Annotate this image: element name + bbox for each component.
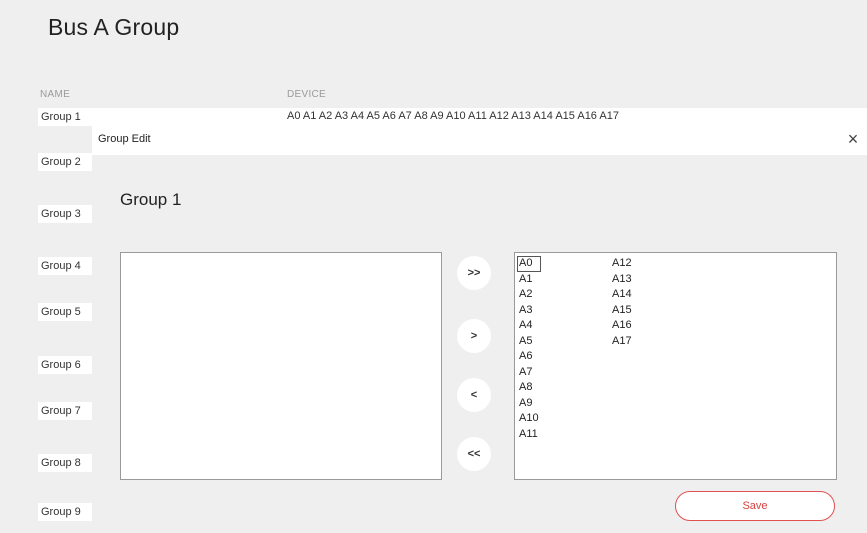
group-row-4-name[interactable]: Group 4 (38, 257, 95, 275)
selected-devices-column-2: A12 A13 A14 A15 A16 A17 (610, 256, 634, 349)
device-list-item[interactable]: A4 (517, 318, 541, 334)
device-list-item[interactable]: A0 (517, 256, 541, 272)
available-devices-list[interactable] (120, 252, 442, 480)
remove-button[interactable]: < (457, 378, 491, 412)
device-list-item[interactable]: A1 (517, 272, 541, 288)
device-list-item[interactable]: A13 (610, 272, 634, 288)
device-list-item[interactable]: A7 (517, 365, 541, 381)
device-list-item[interactable]: A11 (517, 427, 541, 443)
dialog-title: Group Edit (98, 133, 151, 145)
device-list-item[interactable]: A2 (517, 287, 541, 303)
device-list-item[interactable]: A3 (517, 303, 541, 319)
device-list-item[interactable]: A15 (610, 303, 634, 319)
add-button[interactable]: > (457, 319, 491, 353)
remove-all-button[interactable]: << (457, 437, 491, 471)
group-row-8-name[interactable]: Group 8 (38, 454, 95, 472)
selected-devices-column-1: A0 A1 A2 A3 A4 A5 A6 A7 A8 A9 A10 A11 (517, 256, 541, 442)
group-row-2-name[interactable]: Group 2 (38, 153, 95, 171)
device-list-item[interactable]: A10 (517, 411, 541, 427)
column-header-device: DEVICE (287, 89, 327, 100)
device-list-item[interactable]: A5 (517, 334, 541, 350)
device-list-item[interactable]: A17 (610, 334, 634, 350)
group-row-7-name[interactable]: Group 7 (38, 402, 95, 420)
add-all-button[interactable]: >> (457, 256, 491, 290)
selected-devices-list[interactable]: A0 A1 A2 A3 A4 A5 A6 A7 A8 A9 A10 A11 A12 A13 A14 A15 A… (514, 252, 837, 480)
group-row-1-devices: A0 A1 A2 A3 A4 A5 A6 A7 A8 A9 A10 A11 A1… (287, 110, 619, 122)
close-icon[interactable]: × (843, 128, 863, 150)
device-list-item[interactable]: A16 (610, 318, 634, 334)
column-header-name: NAME (40, 89, 71, 100)
group-row-6-name[interactable]: Group 6 (38, 356, 95, 374)
group-row-5-name[interactable]: Group 5 (38, 303, 95, 321)
device-list-item[interactable]: A9 (517, 396, 541, 412)
group-row-1-name[interactable]: Group 1 (38, 108, 95, 126)
device-list-item[interactable]: A8 (517, 380, 541, 396)
group-row-9-name[interactable]: Group 9 (38, 503, 95, 521)
device-list-item[interactable]: A6 (517, 349, 541, 365)
save-button[interactable]: Save (675, 491, 835, 521)
group-row-3-name[interactable]: Group 3 (38, 205, 95, 223)
dialog-titlebar: Group Edit × (92, 125, 867, 155)
device-list-item[interactable]: A12 (610, 256, 634, 272)
group-edit-dialog: Group Edit × Group 1 >> > < << A0 A1 A2 A3 A… (92, 125, 867, 533)
page-title: Bus A Group (48, 14, 180, 40)
device-list-item[interactable]: A14 (610, 287, 634, 303)
dialog-heading: Group 1 (120, 190, 182, 209)
